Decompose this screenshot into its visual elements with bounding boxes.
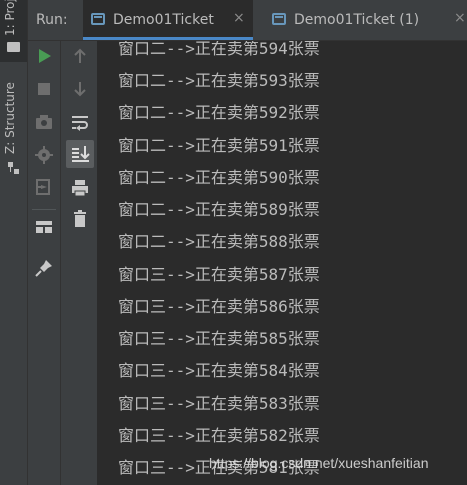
folder-icon [7,42,20,52]
structure-icon [8,162,19,174]
settings-icon[interactable] [32,143,56,167]
project-tab-label: 1: Project [3,0,17,36]
active-tab-indicator [83,37,253,40]
pin-icon[interactable] [32,256,56,280]
run-label: Run: [36,12,68,28]
console-line: 窗口二-->正在卖第594张票 [118,41,320,58]
tab-demo01ticket[interactable]: Demo01Ticket × [83,0,253,40]
console-line: 窗口三-->正在卖第587张票 [118,265,320,284]
exit-icon[interactable] [32,175,56,199]
console-line: 窗口二-->正在卖第593张票 [118,71,320,90]
console-output[interactable]: 窗口二-->正在卖第594张票 窗口二-->正在卖第593张票 窗口二-->正在… [97,41,467,485]
console-line: 窗口三-->正在卖第584张票 [118,361,320,380]
structure-tool-tab[interactable]: Z: Structure [0,78,27,178]
structure-tab-label: Z: Structure [3,82,17,154]
tab-demo01ticket-1[interactable]: Demo01Ticket (1) × [264,0,466,40]
print-icon[interactable] [68,176,92,200]
tab-title: Demo01Ticket [113,12,214,28]
close-icon[interactable]: × [233,10,245,26]
console-line: 窗口二-->正在卖第590张票 [118,168,320,187]
stop-icon[interactable] [32,77,56,101]
trash-icon[interactable] [68,207,92,231]
soft-wrap-icon[interactable] [68,110,92,134]
close-icon[interactable]: × [454,10,466,26]
console-line: 窗口二-->正在卖第588张票 [118,232,320,251]
console-tab-icon [91,13,105,25]
console-line: 窗口二-->正在卖第591张票 [118,136,320,155]
run-header: Run: Demo01Ticket × Demo01Ticket (1) × [28,0,467,41]
screenshot-icon[interactable] [32,110,56,134]
down-arrow-icon[interactable] [68,77,92,101]
console-line: 窗口三-->正在卖第582张票 [118,426,320,445]
layout-icon[interactable] [32,215,56,239]
console-line: 窗口三-->正在卖第585张票 [118,329,320,348]
scroll-to-end-icon[interactable] [66,140,94,168]
tab-title: Demo01Ticket (1) [294,12,420,28]
up-arrow-icon[interactable] [68,44,92,68]
tool-window-strip: 1: Project Z: Structure [0,0,28,485]
console-tab-icon [272,13,286,25]
console-line: 窗口二-->正在卖第589张票 [118,200,320,219]
project-tool-tab[interactable]: 1: Project [0,0,27,62]
run-icon[interactable] [32,44,56,68]
run-toolbar [28,41,61,485]
console-line: 窗口三-->正在卖第586张票 [118,297,320,316]
console-line: 窗口二-->正在卖第592张票 [118,103,320,122]
watermark: https://blog.csdn.net/xueshanfeitian [209,455,429,471]
toolbar-separator [32,209,56,210]
console-toolbar [61,41,97,485]
console-line: 窗口三-->正在卖第583张票 [118,394,320,413]
